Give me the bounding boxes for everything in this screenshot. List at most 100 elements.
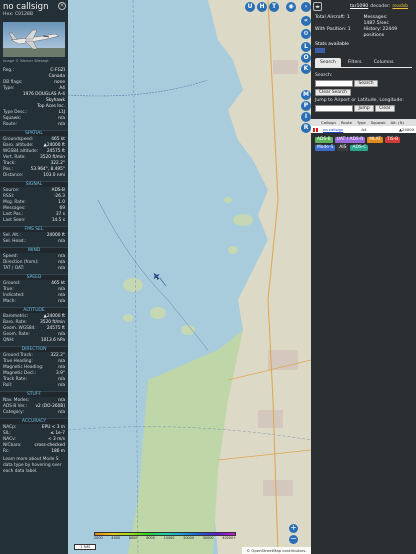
with-position: With Position: 1 <box>315 27 351 32</box>
speed-label: Mach: <box>3 299 16 304</box>
search-label: Search: <box>315 73 333 78</box>
map-view[interactable]: + − 2000 4000 6000 8000 10000 20000 30000 40000… <box>68 0 311 554</box>
details-row: Route: n/a <box>0 122 68 128</box>
altitude-legend: 2000 4000 6000 8000 10000 20000 30000 40000+ <box>94 532 236 540</box>
stuff-list: Nav. Modes: n/a ADS-B Ver.: v2 (DO-260B) Cat… <box>0 398 68 416</box>
map-scale: 1 NM <box>74 544 96 550</box>
messages-rate: Messages: 1487.5/sec <box>363 15 389 26</box>
aircraft-info-panel: no callsign Hex: C0128B × Image © Werner… <box>0 0 68 554</box>
section-spatial: SPATIAL <box>0 130 68 136</box>
wind-list: Speed: n/a Direction (from): n/a TAT / OAT: n… <box>0 254 68 272</box>
col-type[interactable]: Type <box>357 119 366 126</box>
map-button-o[interactable]: O <box>301 53 311 63</box>
app-root: no callsign Hex: C0128B × Image © Werner… <box>0 0 416 554</box>
layers-icon[interactable]: ◉ <box>286 2 296 12</box>
legend-label: 8000 <box>146 536 155 540</box>
legend-label: 6000 <box>128 536 138 540</box>
aircraft-photo[interactable] <box>3 22 65 57</box>
jump-button[interactable]: Jump <box>354 105 374 112</box>
col-route[interactable]: Route <box>341 119 352 126</box>
settings-gear-icon[interactable]: ⚙ <box>301 29 311 39</box>
stuff-value: n/a <box>58 410 65 415</box>
source-tag: MLAT <box>367 137 383 143</box>
legend-label: 40000+ <box>222 536 236 540</box>
map-button-k[interactable]: K <box>301 64 311 74</box>
zoom-out-button[interactable]: − <box>289 535 298 544</box>
section-fms: FMS SEL <box>0 226 68 232</box>
history-count: History: 22449 positions <box>363 27 398 38</box>
accuracy-value: 186 m <box>51 449 65 454</box>
direction-list: Ground Track: 322.2° True Heading: n/a Magne… <box>0 353 68 389</box>
expand-icon[interactable]: « <box>301 16 311 26</box>
tab-search[interactable]: Search <box>315 58 341 67</box>
details-value: n/a <box>58 122 65 127</box>
info-header: no callsign Hex: C0128B × <box>0 0 68 20</box>
map-button-l[interactable]: L <box>301 42 311 52</box>
altitude-label: QNH: <box>3 338 15 343</box>
close-icon[interactable]: × <box>58 2 66 10</box>
source-legend: ADS-B UAT / ADS-R MLAT TIS-B Mode-S AIS ADS-C <box>311 133 416 155</box>
col-squawk[interactable]: Squawk <box>371 119 386 126</box>
zoom-in-button[interactable]: + <box>289 524 298 533</box>
source-tag: AIS <box>337 145 349 151</box>
search-section: Search: Search Clear Search Jump to Airp… <box>315 67 412 115</box>
stats-indicator <box>315 48 325 53</box>
accuracy-list: NACp: EPU < 3 m SIL: ≤ 1e-7 NACv: < 3 m/s NICb… <box>0 425 68 455</box>
clear-jump-button[interactable]: Clear <box>375 105 395 112</box>
hex-line: Hex: C0128B <box>3 12 65 18</box>
map-button-p[interactable]: P <box>301 101 311 111</box>
hex-value[interactable]: C0128B <box>15 12 33 17</box>
source-tag: UAT / ADS-R <box>334 137 366 143</box>
tab-columns[interactable]: Columns <box>369 58 399 67</box>
stats-block: Total Aircraft: 1 Messages: 1487.5/sec W… <box>311 12 416 42</box>
spatial-value: 103.0 nmi <box>43 173 65 178</box>
map-button-u[interactable]: U <box>245 2 255 12</box>
aircraft-list-panel: ◂▸ tar1090 decoder: readsb Total Aircraf… <box>311 0 416 554</box>
hex-label: Hex: <box>3 12 14 17</box>
altitude-list: Barometric: ▲24000 ft Baro. Rate: 3520 ft/m… <box>0 314 68 344</box>
legend-label: 2000 <box>94 536 103 540</box>
aircraft-marker-icon[interactable] <box>152 272 160 280</box>
row-callsign[interactable]: no callsign <box>323 126 349 133</box>
direction-value: n/a <box>58 383 65 388</box>
speed-row: Mach: n/a <box>0 299 68 305</box>
stats-available-link[interactable]: Stats available <box>311 42 416 47</box>
legend-label: 20000 <box>183 536 194 540</box>
tab-filters[interactable]: Filters <box>343 58 367 67</box>
fms-list: Sel. Alt.: 24000 ft Sel. Head.: n/a <box>0 233 68 245</box>
spatial-label: Distance: <box>3 173 24 178</box>
fms-row: Sel. Head.: n/a <box>0 239 68 245</box>
spatial-row: Distance: 103.0 nmi <box>0 173 68 179</box>
map-button-r[interactable]: R <box>301 123 311 133</box>
col-altitude[interactable]: Alt. (ft) <box>391 119 404 126</box>
sidebar-toggle-icon[interactable]: › <box>301 2 311 12</box>
info-footer: Learn more about Mode S data type by hov… <box>3 457 62 474</box>
table-row[interactable]: no callsign A4 ▲24000 <box>311 126 416 133</box>
speed-list: Ground: 465 kt True: n/a Indicated: n/a Mach: n… <box>0 281 68 305</box>
jump-input[interactable] <box>315 105 353 112</box>
panel-tabs: Search Filters Columns <box>311 54 416 67</box>
direction-row: Roll: n/a <box>0 383 68 389</box>
collapse-arrows-icon[interactable]: ◂▸ <box>313 1 322 11</box>
details-label: Type: <box>3 86 15 91</box>
section-wind: WIND <box>0 247 68 253</box>
map-button-h[interactable]: H <box>257 2 267 12</box>
brand-link[interactable]: tar1090 <box>350 4 368 9</box>
map-button-i[interactable]: I <box>301 112 311 122</box>
map-button-m[interactable]: M <box>301 90 311 100</box>
altitude-value: 1013.6 hPa <box>40 338 65 343</box>
map-button-t[interactable]: T <box>269 2 279 12</box>
source-tag: ADS-B <box>315 137 333 143</box>
accuracy-label: Rc: <box>3 449 10 454</box>
col-callsign[interactable]: Callsign <box>321 119 336 126</box>
search-input[interactable] <box>315 80 353 87</box>
jump-label: Jump to Airport or Latitude, Longitude: <box>315 98 404 103</box>
clear-search-button[interactable]: Clear Search <box>315 89 351 96</box>
search-button[interactable]: Search <box>354 80 378 87</box>
altitude-row: QNH: 1013.6 hPa <box>0 338 68 344</box>
decoder-label: decoder: <box>370 3 391 9</box>
aircraft-photo-icon <box>3 29 65 57</box>
decoder-status[interactable]: readsb <box>392 4 408 9</box>
map-attribution[interactable]: © OpenStreetMap contributors. <box>242 547 311 554</box>
signal-list: Source: ADS-B RSSI: -26.3 Msg. Rate: 1.0 Messa… <box>0 188 68 224</box>
